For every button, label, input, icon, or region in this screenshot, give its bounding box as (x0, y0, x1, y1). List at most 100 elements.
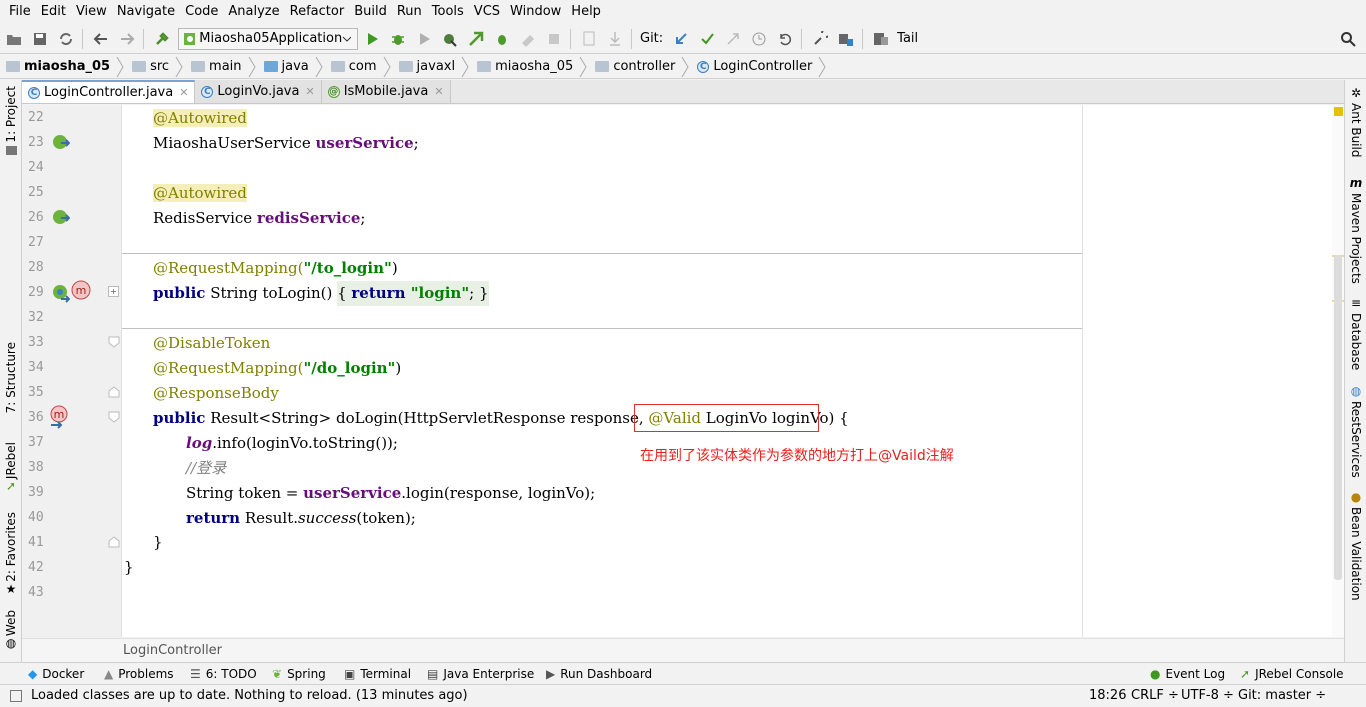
fold-collapse-icon[interactable] (108, 386, 120, 398)
tool-terminal[interactable]: ▣ Terminal (344, 663, 411, 685)
tool-run-dashboard[interactable]: ▶ Run Dashboard (546, 663, 652, 685)
tab-logincontroller[interactable]: C LoginController.java ✕ (22, 80, 196, 103)
run-coverage-icon[interactable] (412, 27, 436, 51)
breadcrumb-controller[interactable]: controller (595, 56, 697, 78)
footer-class-name[interactable]: LoginController (123, 643, 222, 658)
open-folder-icon[interactable] (2, 27, 26, 51)
update-app-icon[interactable] (516, 27, 540, 51)
tool-tab-restservices[interactable]: ◍ RestServices (1345, 384, 1366, 478)
run-config-select[interactable]: Miaosha05Application (178, 27, 358, 50)
breadcrumb-miaosha[interactable]: miaosha_05 (477, 56, 595, 78)
stop-icon[interactable] (542, 27, 566, 51)
fold-collapse-icon[interactable] (108, 411, 120, 423)
menu-analyze[interactable]: Analyze (223, 0, 284, 24)
settings-wrench-icon[interactable] (808, 27, 832, 51)
fold-collapse-icon[interactable] (108, 336, 120, 348)
toggle-tool-windows-icon[interactable] (10, 690, 22, 702)
tool-event-log[interactable]: ● Event Log (1150, 663, 1225, 685)
menu-window[interactable]: Window (505, 0, 566, 24)
menu-edit[interactable]: Edit (36, 0, 71, 24)
git-compare-icon[interactable] (721, 27, 745, 51)
inspection-warning-icon[interactable] (1334, 107, 1343, 116)
method-icon[interactable]: m (49, 405, 69, 429)
sync-icon[interactable] (54, 27, 78, 51)
menu-vcs[interactable]: VCS (469, 0, 505, 24)
close-icon[interactable]: ✕ (434, 85, 443, 98)
tool-todo[interactable]: ☰ 6: TODO (190, 663, 257, 685)
menu-tools[interactable]: Tools (427, 0, 469, 24)
file-encoding[interactable]: UTF-8 ÷ (1181, 688, 1234, 703)
run-icon[interactable] (360, 27, 384, 51)
tool-tab-maven[interactable]: m Maven Projects (1345, 176, 1366, 284)
tool-problems[interactable]: ▲ Problems (104, 663, 174, 685)
tool-spring[interactable]: ❦ Spring (272, 663, 326, 685)
tail-log-icon[interactable] (869, 27, 893, 51)
scrollbar-thumb[interactable] (1334, 255, 1342, 580)
menu-navigate[interactable]: Navigate (112, 0, 180, 24)
breadcrumb-main[interactable]: main (191, 56, 263, 78)
vertical-scrollbar[interactable] (1332, 105, 1344, 637)
tool-tab-database[interactable]: ≡ Database (1345, 296, 1366, 370)
fold-expand-icon[interactable] (108, 286, 120, 298)
tool-java-enterprise[interactable]: ▤ Java Enterprise (427, 663, 534, 685)
line-number: 22 (28, 110, 44, 125)
git-history-icon[interactable] (747, 27, 771, 51)
spring-bean-icon[interactable] (52, 134, 70, 152)
jrebel-run-icon[interactable] (464, 27, 488, 51)
menu-file[interactable]: File (4, 0, 36, 24)
breadcrumb-class[interactable]: C LoginController (697, 56, 834, 78)
tab-ismobile[interactable]: @ IsMobile.java ✕ (321, 80, 451, 103)
menu-code[interactable]: Code (180, 0, 223, 24)
close-icon[interactable]: ✕ (305, 85, 314, 98)
menu-refactor[interactable]: Refactor (285, 0, 350, 24)
project-structure-icon[interactable] (834, 27, 858, 51)
menu-view[interactable]: View (71, 0, 112, 24)
search-icon[interactable] (1336, 27, 1360, 51)
attach-debugger-icon[interactable] (577, 27, 601, 51)
request-mapping-icon[interactable] (52, 283, 70, 303)
code-line-25: @Autowired (153, 184, 247, 202)
jrebel-debug-icon[interactable] (490, 27, 514, 51)
menu-run[interactable]: Run (392, 0, 427, 24)
tool-tab-bean-validation[interactable]: ● Bean Validation (1345, 490, 1366, 601)
build-hammer-icon[interactable] (150, 27, 174, 51)
git-commit-icon[interactable] (695, 27, 719, 51)
forward-arrow-icon[interactable] (115, 27, 139, 51)
breadcrumb-project[interactable]: miaosha_05 (6, 56, 132, 78)
fold-collapse-icon[interactable] (108, 536, 120, 548)
git-update-icon[interactable] (669, 27, 693, 51)
right-tool-strip: ✲ Ant Build m Maven Projects ≡ Database ◍ Re… (1344, 80, 1366, 662)
caret-position[interactable]: 18:26 (1089, 688, 1126, 703)
download-icon[interactable] (603, 27, 627, 51)
tool-tab-web[interactable]: Web ◍ (0, 610, 22, 650)
line-separator[interactable]: CRLF ÷ (1131, 688, 1179, 703)
menu-help[interactable]: Help (566, 0, 606, 24)
folder-icon (191, 61, 206, 72)
breadcrumb-src[interactable]: src (132, 56, 191, 78)
profile-icon[interactable] (438, 27, 462, 51)
spring-bean-icon[interactable] (52, 209, 70, 227)
menu-build[interactable]: Build (349, 0, 392, 24)
tool-tab-ant-build[interactable]: ✲ Ant Build (1345, 86, 1366, 157)
tool-tab-structure[interactable]: 7: Structure (0, 342, 22, 413)
tail-label[interactable]: Tail (897, 31, 918, 46)
save-icon[interactable] (28, 27, 52, 51)
code-editor[interactable]: 22 23 24 25 26 27 28 29 32 33 34 35 36 3… (22, 105, 1344, 637)
back-arrow-icon[interactable] (89, 27, 113, 51)
tool-tab-jrebel[interactable]: JRebel ➚ (0, 442, 22, 493)
tool-jrebel-console[interactable]: ➚ JRebel Console (1240, 663, 1344, 685)
code-area[interactable]: @Autowired MiaoshaUserService userServic… (122, 105, 1082, 637)
tool-docker[interactable]: ◆ Docker (28, 663, 84, 685)
tab-loginvo[interactable]: C LoginVo.java ✕ (195, 80, 322, 103)
tool-tab-favorites[interactable]: 2: Favorites ★ (0, 512, 22, 596)
git-revert-icon[interactable] (773, 27, 797, 51)
line-number: 37 (28, 435, 44, 450)
breadcrumb-com[interactable]: com (330, 56, 399, 78)
valid-annotation-highlight (634, 404, 819, 432)
breadcrumb-java[interactable]: java (263, 56, 331, 78)
git-branch[interactable]: Git: master ÷ (1238, 688, 1326, 703)
debug-icon[interactable] (386, 27, 410, 51)
tool-tab-project[interactable]: 1: Project (0, 86, 22, 155)
close-icon[interactable]: ✕ (179, 86, 188, 99)
breadcrumb-javaxl[interactable]: javaxl (398, 56, 478, 78)
